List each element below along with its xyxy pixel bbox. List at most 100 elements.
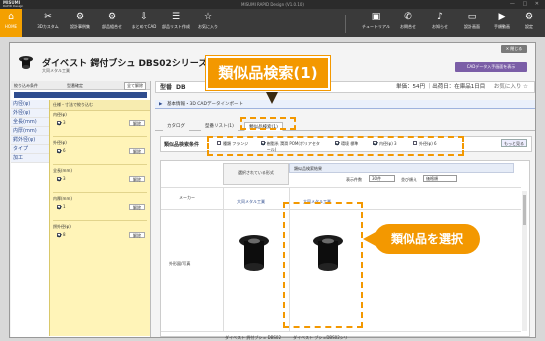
filter-value: 3	[63, 176, 66, 181]
checkbox[interactable]	[57, 148, 61, 153]
list-icon: ☰	[171, 12, 181, 22]
filter-clear-button[interactable]: 解除	[129, 232, 145, 238]
download-icon: ⇩	[140, 12, 148, 22]
spec-value: DB	[176, 84, 186, 91]
cart-icon: ⚙	[75, 12, 85, 22]
maker-label: メーカー	[179, 195, 195, 200]
filter-category-item[interactable]: 鍔外径(φ)	[11, 136, 49, 145]
scrollbar-thumb[interactable]	[523, 195, 526, 225]
cad-data-button[interactable]: CADデータ入手画面を表示	[455, 62, 527, 72]
checkbox[interactable]	[57, 232, 61, 237]
tab-bar: カタログ 型番リスト(1) 類似品検索(1)	[155, 121, 535, 131]
phone-icon: ✆	[404, 12, 412, 22]
sort-select[interactable]: 価格順	[423, 175, 457, 182]
display-count-select[interactable]: 30件	[369, 175, 395, 182]
filter-value: 1	[63, 204, 66, 209]
price-shipping-info: 単価：54円 ｜出荷日：在庫品1日目	[396, 84, 486, 90]
selected-model-header: 選択されている形式	[223, 163, 289, 185]
clear-all-button[interactable]: 全て解除	[124, 82, 146, 90]
toolbar-3d-custom-button[interactable]: ✂ 3Dカスタム	[32, 11, 64, 35]
filter-clear-button[interactable]: 解除	[129, 176, 145, 182]
filter-label: 外径(φ)	[53, 140, 67, 145]
toolbar-bulk-cad-button[interactable]: ⇩ まとめてCAD	[128, 11, 160, 35]
toolbar-notice-button[interactable]: ♪ お知らせ	[424, 11, 456, 35]
divider	[53, 136, 147, 137]
toolbar-favorites-button[interactable]: ☆ お気に入り	[192, 11, 224, 35]
toolbar-tutorial-button[interactable]: ▣ チュートリアル	[360, 11, 392, 35]
highlight-similar-tab	[240, 117, 296, 130]
conditions-title: 類似品検索条件	[164, 142, 200, 148]
toolbar-contact-button[interactable]: ✆ お問合せ	[392, 11, 424, 35]
toolbar-label: 設計画面	[464, 24, 480, 29]
highlight-conditions	[207, 136, 464, 156]
filter-category-item[interactable]: 全長(mm)	[11, 118, 49, 127]
spec-key: 型番	[160, 84, 173, 91]
home-icon: ⌂	[8, 12, 14, 22]
checkbox[interactable]	[57, 204, 61, 209]
toolbar-label: 3Dカスタム	[37, 24, 59, 29]
toolbar-design-screen-button[interactable]: ▭ 設計画面	[456, 11, 488, 35]
results-scrollbar[interactable]	[522, 191, 527, 331]
shape-label: 外形図/写真	[169, 261, 191, 266]
screen-icon: ▭	[467, 12, 477, 22]
filter-value: 6	[63, 148, 66, 153]
filter-value: 8	[63, 232, 66, 237]
toolbar-label: 部品リスト作成	[162, 24, 190, 29]
checkbox[interactable]	[57, 176, 61, 181]
toolbar-label: お気に入り	[198, 24, 218, 29]
filter-group: 全長(mm) 3 解除	[53, 168, 147, 193]
selected-model-title: 選択されている形式	[238, 170, 274, 175]
filter-category-item[interactable]: 内厚(mm)	[11, 127, 49, 136]
filter-label: 全長(mm)	[53, 168, 72, 173]
tools-icon: ✂	[44, 12, 52, 22]
more-button[interactable]: もっと見る	[501, 139, 527, 147]
similar-product-name[interactable]: ダイベスト ブシュDBS02シリ	[293, 335, 348, 341]
filter-category-item[interactable]: 加工	[11, 154, 49, 163]
filter-group: 内厚(mm) 1 解除	[53, 196, 147, 221]
filter-panel: 絞り込み条件 型番確定 全て解除 内径(φ) 外径(φ) 全長(mm) 内厚(m…	[11, 81, 151, 337]
favorite-button[interactable]: お気に入り ☆	[494, 82, 528, 93]
close-button[interactable]: ✕ 閉じる	[501, 45, 527, 53]
product-thumbnail	[19, 56, 33, 69]
filter-panel-header: 絞り込み条件 型番確定 全て解除	[11, 81, 150, 90]
selected-product-name: ダイベスト 鍔付ブシュ DBS02	[225, 335, 282, 340]
sort-label: 並び順え	[401, 177, 417, 182]
display-count-label: 表示件数	[346, 177, 362, 182]
toolbar-design-cases-button[interactable]: ⚙ 設計事例集	[64, 11, 96, 35]
divider	[53, 220, 147, 221]
filter-clear-button[interactable]: 解除	[129, 204, 145, 210]
highlight-similar-result	[283, 202, 363, 328]
tab-part-list[interactable]: 型番リスト(1)	[201, 122, 238, 131]
toolbar-label: 設定	[525, 24, 533, 29]
toolbar-label: 設計事例集	[70, 24, 90, 29]
toolbar-parts-combo-button[interactable]: ⚙ 部品組合せ	[96, 11, 128, 35]
toolbar-parts-list-button[interactable]: ☰ 部品リスト作成	[160, 11, 192, 35]
divider	[223, 187, 224, 332]
basic-info-label: 基本情報・3D CADデータインポート	[167, 102, 243, 107]
toolbar-settings-button[interactable]: ⚙ 設定	[513, 11, 545, 35]
part-number-confirm-tab[interactable]: 型番確定	[67, 83, 83, 89]
product-maker: 大同メタル工業	[42, 68, 70, 73]
basic-info-row[interactable]: ▶ 基本情報・3D CADデータインポート	[155, 100, 535, 109]
filter-label: 内厚(mm)	[53, 196, 72, 201]
maker-logo-left: 大同メタル工業	[237, 199, 265, 204]
toolbar-label: お問合せ	[400, 24, 416, 29]
main-toolbar: ⌂ HOME ✂ 3Dカスタム ⚙ 設計事例集 ⚙ 部品組合せ ⇩ まとめてCA…	[0, 9, 545, 37]
filter-category-item[interactable]: 内径(φ)	[11, 100, 49, 109]
filter-clear-button[interactable]: 解除	[129, 120, 145, 126]
filter-clear-button[interactable]: 解除	[129, 148, 145, 154]
selected-bush-image	[239, 235, 269, 271]
toolbar-label: HOME	[4, 24, 18, 29]
checkbox[interactable]	[57, 120, 61, 125]
filter-title: 絞り込み条件	[14, 83, 38, 88]
toolbar-label: 手順動画	[494, 24, 510, 29]
tab-catalog[interactable]: カタログ	[163, 122, 189, 131]
window-controls[interactable]: — □ ✕	[510, 1, 542, 7]
filter-category-item[interactable]: タイプ	[11, 145, 49, 154]
collapse-icon: ▶	[159, 102, 163, 107]
select-similar-callout: 類似品を選択	[374, 224, 480, 254]
toolbar-home-button[interactable]: ⌂ HOME	[0, 9, 22, 37]
filter-group: 鍔外径(φ) 8 解除	[53, 224, 147, 238]
toolbar-label: お知らせ	[432, 24, 448, 29]
filter-category-item[interactable]: 外径(φ)	[11, 109, 49, 118]
